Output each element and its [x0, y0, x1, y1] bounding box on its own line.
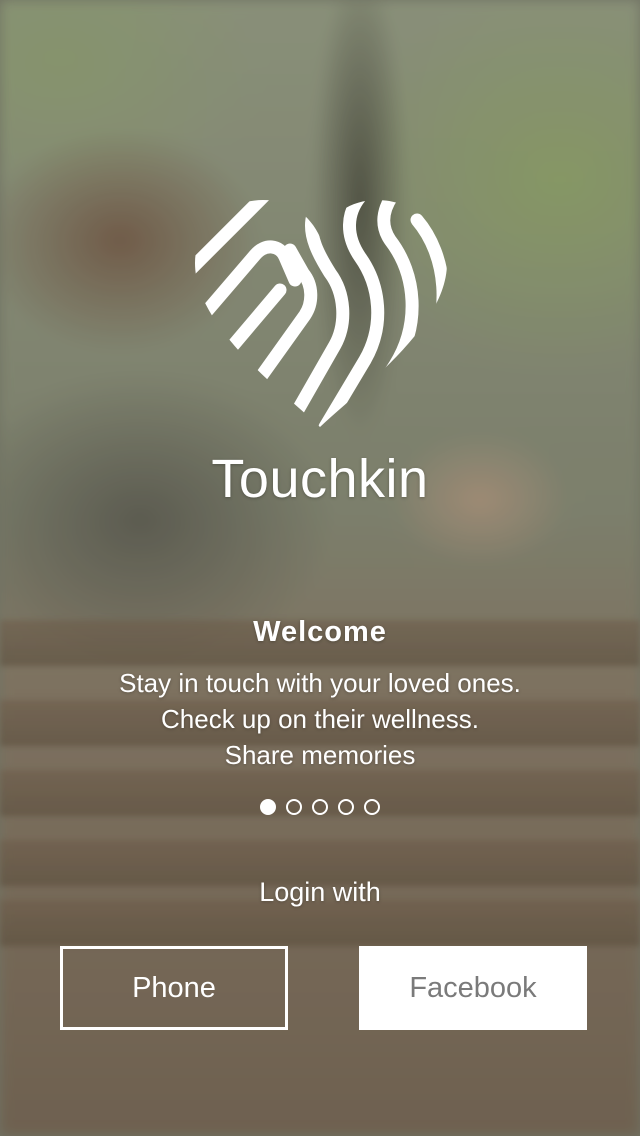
welcome-screen: Touchkin Welcome Stay in touch with your… [0, 0, 640, 1136]
welcome-line: Check up on their wellness. [161, 704, 479, 734]
welcome-description: Stay in touch with your loved ones. Chec… [0, 665, 640, 773]
login-with-label: Login with [259, 877, 381, 907]
heart-fingerprint-icon [195, 200, 447, 427]
page-dot[interactable] [286, 799, 302, 815]
phone-login-button[interactable]: Phone [60, 946, 288, 1030]
welcome-title: Welcome [253, 616, 387, 648]
page-indicator [0, 799, 640, 815]
page-dot[interactable] [364, 799, 380, 815]
facebook-login-button[interactable]: Facebook [359, 946, 587, 1030]
phone-login-label: Phone [132, 971, 216, 1004]
welcome-line: Stay in touch with your loved ones. [119, 668, 521, 698]
page-dot[interactable] [312, 799, 328, 815]
page-dot[interactable] [338, 799, 354, 815]
facebook-login-label: Facebook [409, 971, 537, 1004]
app-name: Touchkin [211, 449, 429, 509]
page-dot-active[interactable] [260, 799, 276, 815]
welcome-line: Share memories [224, 740, 416, 770]
